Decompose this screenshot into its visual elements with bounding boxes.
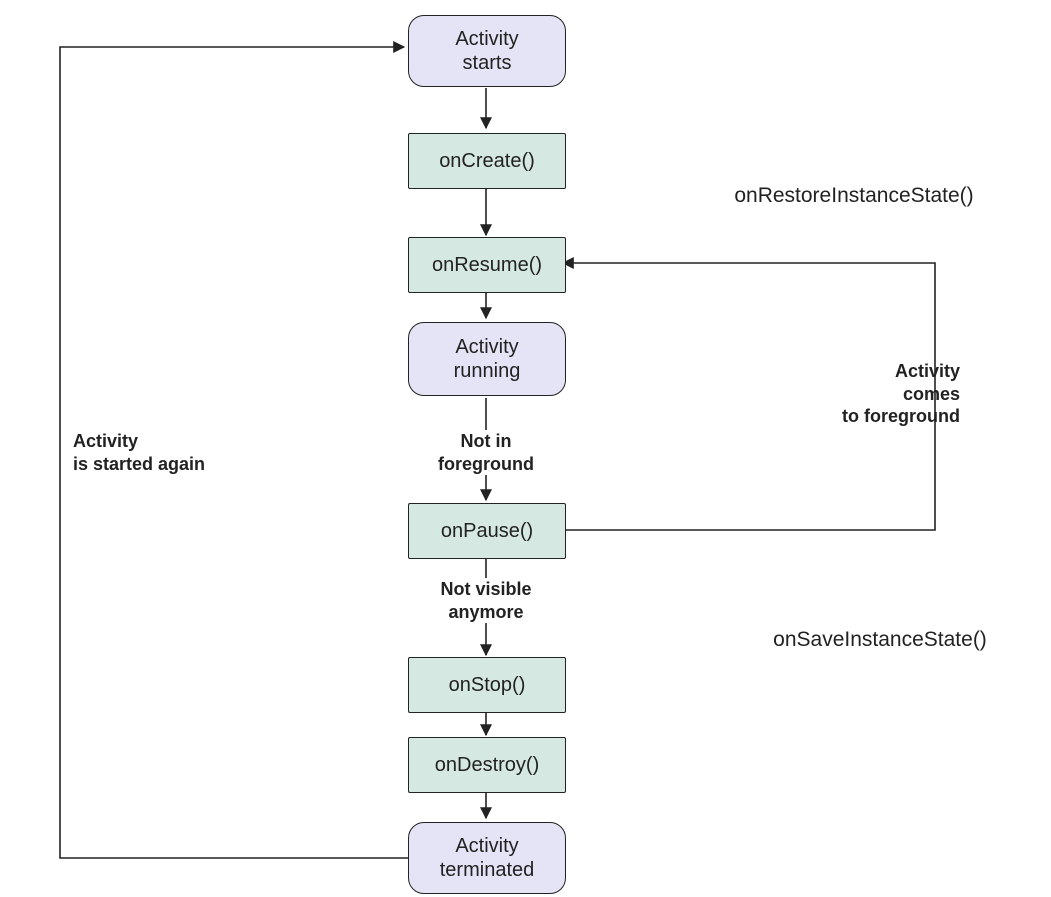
diagram-stage: Activity starts onCreate() onResume() Ac…	[0, 0, 1051, 897]
method-on-stop: onStop()	[408, 657, 566, 713]
method-on-pause: onPause()	[408, 503, 566, 559]
label-not-visible-anymore: Not visible anymore	[415, 578, 557, 623]
method-on-resume: onResume()	[408, 237, 566, 293]
label-on-restore-instance-state: onRestoreInstanceState()	[704, 183, 1004, 209]
method-on-create: onCreate()	[408, 133, 566, 189]
label-not-in-foreground: Not in foreground	[415, 430, 557, 475]
state-activity-terminated: Activity terminated	[408, 822, 566, 894]
label-comes-to-foreground: Activity comes to foreground	[800, 360, 960, 428]
label-on-save-instance-state: onSaveInstanceState()	[740, 627, 1020, 653]
label-started-again: Activity is started again	[73, 430, 273, 475]
state-activity-running: Activity running	[408, 322, 566, 396]
state-activity-starts: Activity starts	[408, 15, 566, 87]
method-on-destroy: onDestroy()	[408, 737, 566, 793]
